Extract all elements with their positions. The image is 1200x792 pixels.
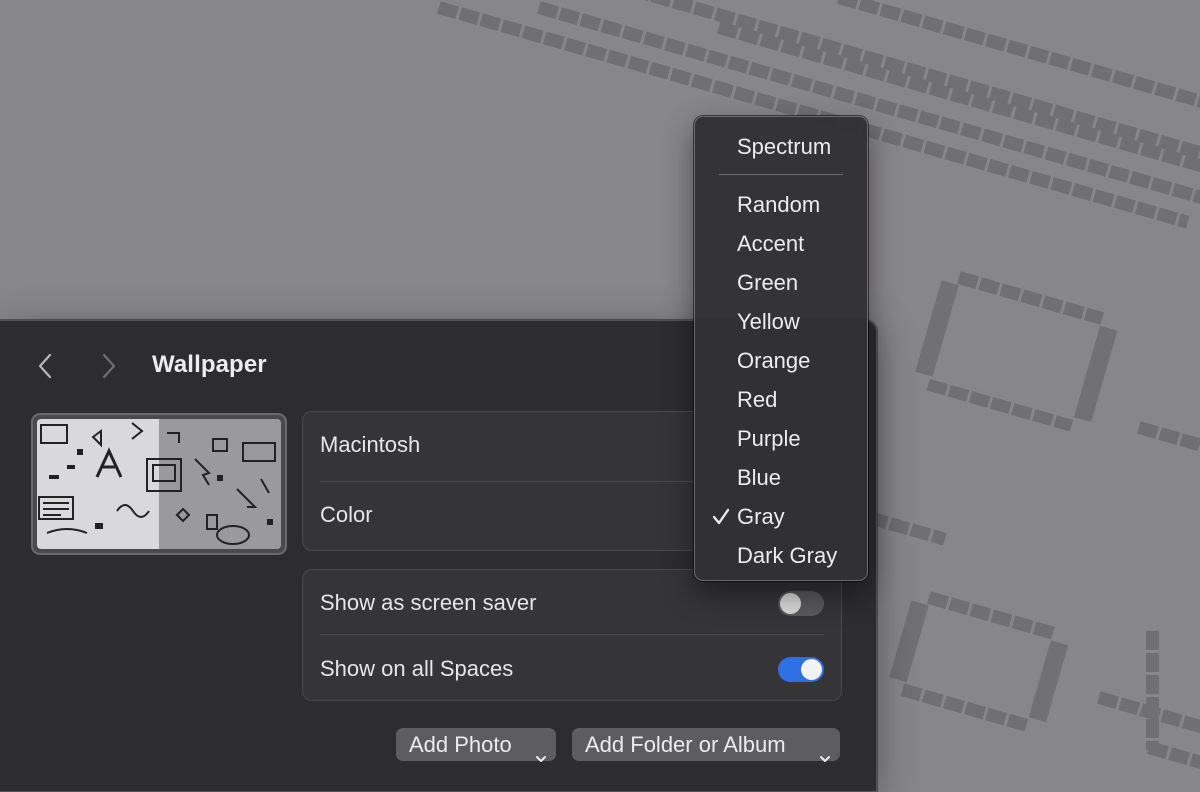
all-spaces-toggle[interactable] [778,657,824,682]
menu-item-blue[interactable]: Blue [695,458,867,494]
screen-saver-label: Show as screen saver [320,590,537,615]
menu-item-random[interactable]: Random [695,185,867,221]
menu-item-label: Green [737,270,799,295]
wallpaper-thumbnail[interactable] [31,413,287,555]
menu-item-label: Yellow [737,309,800,334]
page-title: Wallpaper [152,351,267,378]
macintosh-wallpaper-preview [37,419,281,549]
color-popup-menu: Spectrum Random Accent Green Yellow Oran… [694,116,868,581]
menu-item-label: Dark Gray [737,543,838,568]
forward-button[interactable] [96,351,124,381]
checkmark-icon [711,504,731,533]
chevron-down-icon [819,740,831,773]
menu-item-purple[interactable]: Purple [695,419,867,455]
menu-item-red[interactable]: Red [695,380,867,416]
menu-item-label: Random [737,192,821,217]
menu-item-gray[interactable]: Gray [695,497,867,533]
add-folder-button[interactable]: Add Folder or Album [572,728,840,762]
chevron-down-icon [535,740,547,773]
chevron-left-icon [32,351,60,381]
menu-item-orange[interactable]: Orange [695,341,867,377]
menu-item-spectrum[interactable]: Spectrum [695,127,867,163]
color-label: Color [320,502,373,527]
wallpaper-name: Macintosh [320,432,421,457]
menu-item-green[interactable]: Green [695,263,867,299]
divider [320,634,824,635]
chevron-right-icon [96,351,124,381]
toggle-knob [801,659,822,680]
add-photo-button[interactable]: Add Photo [396,728,556,762]
toggle-knob [780,593,801,614]
add-folder-label: Add Folder or Album [585,732,786,757]
add-photo-label: Add Photo [409,732,512,757]
menu-item-label: Spectrum [737,134,832,159]
menu-separator [719,174,843,175]
menu-item-label: Red [737,387,778,412]
wallpaper-options-group: Show as screen saver Show on all Spaces [302,569,842,701]
menu-item-label: Accent [737,231,805,256]
menu-item-label: Gray [737,504,785,529]
back-button[interactable] [32,351,60,381]
screen-saver-toggle[interactable] [778,591,824,616]
menu-item-accent[interactable]: Accent [695,224,867,260]
menu-item-dark-gray[interactable]: Dark Gray [695,536,867,572]
menu-item-yellow[interactable]: Yellow [695,302,867,338]
menu-item-label: Purple [737,426,801,451]
menu-item-label: Blue [737,465,782,490]
menu-item-label: Orange [737,348,811,373]
all-spaces-label: Show on all Spaces [320,656,514,681]
